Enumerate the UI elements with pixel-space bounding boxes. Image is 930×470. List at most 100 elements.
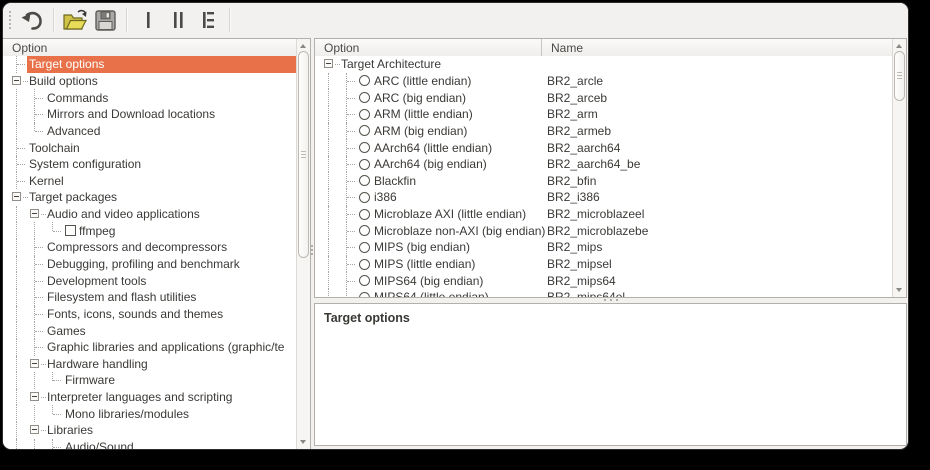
tree-item[interactable]: ARC (big endian)BR2_arceb	[315, 89, 893, 106]
split-view-button[interactable]	[163, 6, 193, 34]
radio-icon[interactable]	[359, 159, 370, 170]
tree-guide-line	[323, 256, 341, 273]
tree-item[interactable]: MIPS (little endian)BR2_mipsel	[315, 256, 893, 273]
tree-item[interactable]: Development tools	[3, 272, 297, 289]
radio-icon[interactable]	[359, 209, 370, 220]
radio-icon[interactable]	[359, 242, 370, 253]
tree-item-label: Games	[47, 324, 86, 338]
tree-item[interactable]: Hardware handling	[3, 356, 297, 373]
column-header-name[interactable]: Name	[542, 39, 583, 56]
tree-item[interactable]: Build options	[3, 73, 297, 90]
tree-item[interactable]: Mirrors and Download locations	[3, 106, 297, 123]
tree-item-symbol-name: BR2_mips	[547, 240, 602, 254]
tree-item[interactable]: ffmpeg	[3, 222, 297, 239]
tree-item-label: Compressors and decompressors	[47, 240, 227, 254]
tree-branch-icon	[341, 272, 359, 289]
toolbar-drag-handle[interactable]	[9, 11, 11, 29]
tree-item[interactable]: System configuration	[3, 156, 297, 173]
radio-icon[interactable]	[359, 175, 370, 186]
radio-icon[interactable]	[359, 92, 370, 103]
tree-branch-icon	[341, 106, 359, 123]
tree-item[interactable]: Compressors and decompressors	[3, 239, 297, 256]
radio-icon[interactable]	[359, 125, 370, 136]
tree-item-label: Audio/Sound	[65, 440, 134, 449]
tree-item-label: Debugging, profiling and benchmark	[47, 257, 240, 271]
collapse-expander-icon[interactable]	[30, 392, 39, 401]
tree-item[interactable]: Mono libraries/modules	[3, 405, 297, 422]
radio-icon[interactable]	[359, 292, 370, 297]
tree-item-label: i386	[374, 190, 397, 204]
save-button[interactable]	[90, 6, 120, 34]
scroll-down-icon[interactable]	[300, 440, 306, 444]
right-vertical-scrollbar[interactable]	[892, 39, 906, 297]
desktop-background: Option Target optionsBuild optionsComman…	[0, 0, 930, 470]
tree-item[interactable]: ARM (big endian)BR2_armeb	[315, 123, 893, 140]
tree-item[interactable]: Audio/Sound	[3, 439, 297, 449]
tree-item[interactable]: Debugging, profiling and benchmark	[3, 256, 297, 273]
tree-item[interactable]: Target options	[3, 56, 297, 73]
tree-item[interactable]: AArch64 (little endian)BR2_aarch64	[315, 139, 893, 156]
tree-item-label: AArch64 (big endian)	[374, 157, 487, 171]
collapse-expander-icon[interactable]	[30, 209, 39, 218]
tree-guide-line	[323, 73, 341, 90]
scroll-up-icon[interactable]	[896, 44, 902, 48]
config-tree: Target optionsBuild optionsCommandsMirro…	[3, 56, 297, 449]
right-scrollbar-thumb[interactable]	[894, 51, 905, 101]
tree-item[interactable]: i386BR2_i386	[315, 189, 893, 206]
tree-item[interactable]: Interpreter languages and scripting	[3, 389, 297, 406]
radio-icon[interactable]	[359, 75, 370, 86]
scroll-up-icon[interactable]	[300, 44, 306, 48]
checkbox-icon[interactable]	[65, 225, 76, 236]
tree-item[interactable]: MIPS64 (little endian)BR2_mips64el	[315, 289, 893, 297]
left-vertical-scrollbar[interactable]	[296, 39, 310, 449]
tree-item[interactable]: Commands	[3, 89, 297, 106]
column-header-option[interactable]: Option	[315, 39, 542, 56]
tree-item[interactable]: Target packages	[3, 189, 297, 206]
tree-item-label: Mono libraries/modules	[65, 407, 189, 421]
tree-item-label: MIPS64 (little endian)	[374, 290, 489, 297]
tree-item[interactable]: Filesystem and flash utilities	[3, 289, 297, 306]
radio-icon[interactable]	[359, 142, 370, 153]
tree-item[interactable]: MIPS (big endian)BR2_mips	[315, 239, 893, 256]
tree-item[interactable]: Target Architecture	[315, 56, 893, 73]
options-list-panel: Option Name Target ArchitectureARC (litt…	[314, 38, 907, 298]
collapse-expander-icon[interactable]	[30, 359, 39, 368]
tree-item[interactable]: MIPS64 (big endian)BR2_mips64	[315, 272, 893, 289]
tree-item[interactable]: AArch64 (big endian)BR2_aarch64_be	[315, 156, 893, 173]
tree-item[interactable]: Libraries	[3, 422, 297, 439]
tree-item[interactable]: Advanced	[3, 123, 297, 140]
tree-item[interactable]: ARM (little endian)BR2_arm	[315, 106, 893, 123]
single-view-button[interactable]	[133, 6, 163, 34]
tree-item[interactable]: Microblaze AXI (little endian)BR2_microb…	[315, 206, 893, 223]
tree-item[interactable]: ARC (little endian)BR2_arcle	[315, 73, 893, 90]
full-view-button[interactable]	[193, 6, 223, 34]
scroll-down-icon[interactable]	[896, 288, 902, 292]
radio-icon[interactable]	[359, 109, 370, 120]
collapse-expander-icon[interactable]	[12, 76, 21, 85]
tree-item[interactable]: Toolchain	[3, 139, 297, 156]
load-button[interactable]	[60, 6, 90, 34]
column-header-option[interactable]: Option	[3, 39, 47, 56]
tree-item[interactable]: Microblaze non-AXI (big endian)BR2_micro…	[315, 222, 893, 239]
radio-icon[interactable]	[359, 275, 370, 286]
tree-item[interactable]: Firmware	[3, 372, 297, 389]
radio-icon[interactable]	[359, 192, 370, 203]
left-scrollbar-thumb[interactable]	[298, 51, 309, 258]
tree-item-symbol-name: BR2_mipsel	[547, 257, 612, 271]
tree-item-label: Interpreter languages and scripting	[47, 390, 232, 404]
radio-icon[interactable]	[359, 259, 370, 270]
collapse-expander-icon[interactable]	[324, 59, 333, 68]
tree-branch-icon	[341, 139, 359, 156]
tree-item[interactable]: Kernel	[3, 172, 297, 189]
tree-item[interactable]: BlackfinBR2_bfin	[315, 172, 893, 189]
back-button[interactable]	[17, 6, 47, 34]
radio-icon[interactable]	[359, 225, 370, 236]
collapse-expander-icon[interactable]	[12, 192, 21, 201]
tree-guide-line	[323, 172, 341, 189]
tree-item-symbol-name: BR2_arcle	[547, 74, 603, 88]
collapse-expander-icon[interactable]	[30, 425, 39, 434]
tree-item[interactable]: Graphic libraries and applications (grap…	[3, 339, 297, 356]
tree-item[interactable]: Audio and video applications	[3, 206, 297, 223]
tree-item[interactable]: Games	[3, 322, 297, 339]
tree-item[interactable]: Fonts, icons, sounds and themes	[3, 306, 297, 323]
